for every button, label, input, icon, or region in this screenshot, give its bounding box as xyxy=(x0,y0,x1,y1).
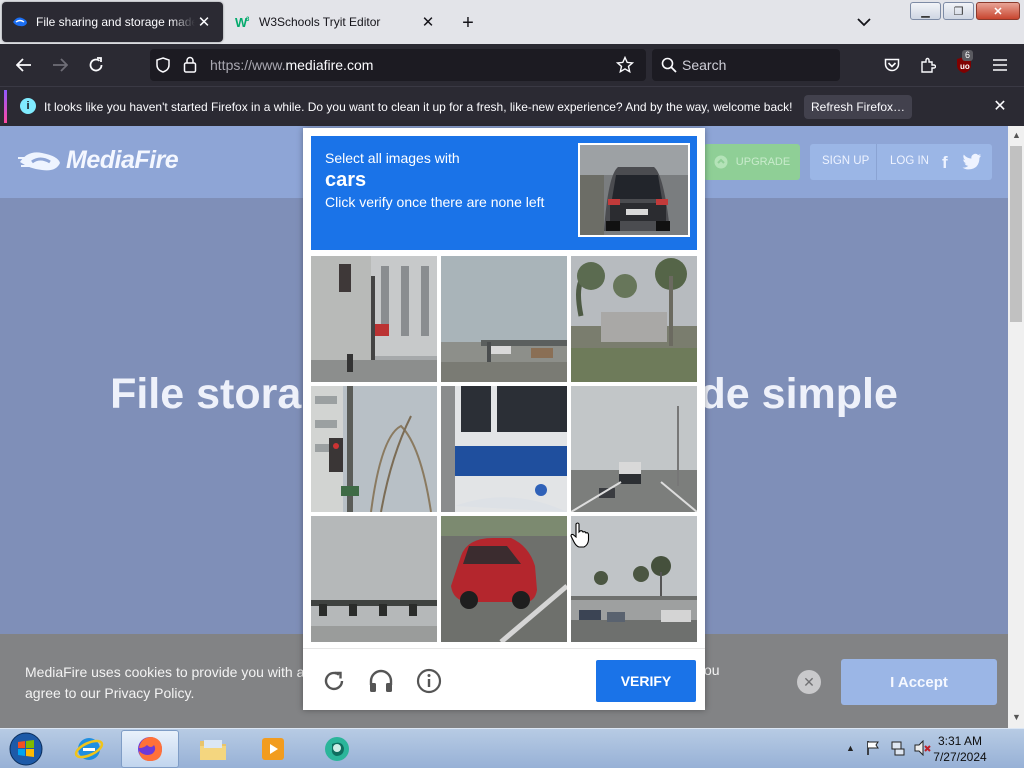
close-notification-icon[interactable]: ✕ xyxy=(992,97,1008,115)
audio-challenge-headphones-icon[interactable] xyxy=(367,667,395,695)
minimize-button[interactable]: ▁ xyxy=(910,2,941,20)
challenge-header: Select all images with cars Click verify… xyxy=(311,136,697,250)
forward-arrow-icon[interactable] xyxy=(48,53,72,77)
clock-time: 3:31 AM xyxy=(937,734,983,748)
challenge-tile-2[interactable] xyxy=(441,256,567,382)
search-placeholder: Search xyxy=(682,57,727,73)
mediafire-logo[interactable]: MediaFire xyxy=(18,146,179,175)
instruction-subtext: Click verify once there are none left xyxy=(325,194,545,210)
verify-button[interactable]: VERIFY xyxy=(596,660,696,702)
list-all-tabs-chevron-icon[interactable] xyxy=(852,12,876,32)
challenge-tile-7[interactable] xyxy=(311,516,437,642)
restore-button[interactable]: ❐ xyxy=(943,2,974,20)
instruction-line: Select all images with xyxy=(325,150,460,166)
hero-text-right: de simple xyxy=(699,370,898,418)
cookie-message-tail: ou xyxy=(704,662,720,678)
show-hidden-icons-chevron-icon[interactable]: ▲ xyxy=(846,743,855,753)
action-center-flag-icon[interactable] xyxy=(866,740,880,759)
search-box[interactable]: Search xyxy=(652,49,840,81)
challenge-tile-6[interactable] xyxy=(571,386,697,512)
file-explorer-taskbar-icon[interactable] xyxy=(184,730,242,768)
log-in-link[interactable]: LOG IN xyxy=(890,155,929,167)
tracking-protection-shield-icon[interactable] xyxy=(156,57,170,76)
tab-title: File sharing and storage made s xyxy=(36,15,195,29)
navigation-toolbar: https://www.mediafire.com Search uo 6 xyxy=(0,44,1024,86)
refresh-firefox-button[interactable]: Refresh Firefox… xyxy=(804,95,912,119)
clock-date: 7/27/2024 xyxy=(933,750,987,764)
hand-pointer-cursor-icon xyxy=(570,522,590,548)
challenge-tile-8[interactable] xyxy=(441,516,567,642)
extension-badge-count: 6 xyxy=(962,50,974,61)
upgrade-button[interactable]: UPGRADE xyxy=(704,144,800,180)
reload-challenge-icon[interactable] xyxy=(320,667,348,695)
w3schools-favicon-icon: W3 xyxy=(235,14,251,30)
svg-text:uo: uo xyxy=(960,62,970,71)
system-clock[interactable]: 3:31 AM 7/27/2024 xyxy=(900,733,1020,765)
url-text: https://www.mediafire.com xyxy=(210,57,374,73)
challenge-tile-1[interactable] xyxy=(311,256,437,382)
sample-car-image xyxy=(578,143,690,237)
hero-text-left: File storag xyxy=(110,370,328,418)
extensions-puzzle-icon[interactable] xyxy=(916,53,940,77)
pocket-icon[interactable] xyxy=(880,53,904,77)
ublock-extension-icon[interactable]: uo 6 xyxy=(952,50,976,77)
info-icon: i xyxy=(20,98,36,114)
help-info-icon[interactable] xyxy=(415,667,443,695)
close-tab-icon[interactable]: ✕ xyxy=(419,13,437,31)
new-tab-button[interactable]: + xyxy=(456,11,480,35)
close-window-button[interactable]: ✕ xyxy=(976,2,1020,20)
logo-text: MediaFire xyxy=(66,146,179,174)
twitter-icon[interactable] xyxy=(962,153,982,173)
svg-text:3: 3 xyxy=(246,17,250,23)
challenge-footer: VERIFY xyxy=(303,648,705,710)
challenge-tile-4[interactable] xyxy=(311,386,437,512)
tab-w3schools[interactable]: W3 W3Schools Tryit Editor ✕ xyxy=(225,2,447,42)
address-bar[interactable]: https://www.mediafire.com xyxy=(150,49,646,81)
back-arrow-icon[interactable] xyxy=(12,53,36,77)
window-controls: ▁ ❐ ✕ xyxy=(910,2,1020,20)
challenge-tile-3[interactable] xyxy=(571,256,697,382)
cookie-message: MediaFire uses cookies to provide you wi… xyxy=(25,664,317,701)
upgrade-icon xyxy=(714,155,728,169)
internet-explorer-taskbar-icon[interactable] xyxy=(60,730,118,768)
divider xyxy=(876,144,877,180)
vertical-scrollbar[interactable]: ▲ ▼ xyxy=(1008,126,1024,728)
scroll-up-icon[interactable]: ▲ xyxy=(1012,130,1021,140)
tab-title: W3Schools Tryit Editor xyxy=(259,15,381,29)
firefox-taskbar-icon[interactable] xyxy=(121,730,179,768)
notification-accent xyxy=(4,90,7,123)
start-button[interactable] xyxy=(4,730,48,768)
challenge-image-grid xyxy=(311,256,699,644)
messenger-taskbar-icon[interactable] xyxy=(308,730,366,768)
tab-mediafire[interactable]: File sharing and storage made s ✕ xyxy=(2,2,223,42)
mediafire-favicon-icon xyxy=(12,14,28,30)
recaptcha-challenge: Select all images with cars Click verify… xyxy=(303,128,705,710)
windows-orb-icon xyxy=(9,732,43,766)
close-tab-icon[interactable]: ✕ xyxy=(195,13,213,31)
accept-cookies-button[interactable]: I Accept xyxy=(841,659,997,705)
bookmark-star-icon[interactable] xyxy=(615,55,635,77)
windows-taskbar: ▲ 3:31 AM 7/27/2024 xyxy=(0,728,1024,768)
upgrade-label: UPGRADE xyxy=(735,156,791,168)
challenge-tile-5[interactable] xyxy=(441,386,567,512)
facebook-icon[interactable]: f xyxy=(942,153,948,173)
scroll-thumb[interactable] xyxy=(1010,146,1022,322)
tab-strip: File sharing and storage made s ✕ W3 W3S… xyxy=(0,0,1024,44)
mediafire-flame-icon xyxy=(18,151,60,170)
dismiss-cookie-icon[interactable]: ✕ xyxy=(797,670,821,694)
account-buttons: SIGN UP LOG IN f xyxy=(810,144,992,180)
challenge-target: cars xyxy=(325,169,367,191)
notification-message: It looks like you haven't started Firefo… xyxy=(44,100,793,114)
sign-up-link[interactable]: SIGN UP xyxy=(822,155,869,167)
lock-icon[interactable] xyxy=(183,56,197,76)
search-icon xyxy=(661,57,677,76)
reload-icon[interactable] xyxy=(84,53,108,77)
scroll-down-icon[interactable]: ▼ xyxy=(1012,712,1021,722)
media-player-taskbar-icon[interactable] xyxy=(244,730,302,768)
firefox-refresh-notification: i It looks like you haven't started Fire… xyxy=(0,86,1024,126)
hamburger-menu-icon[interactable] xyxy=(988,53,1012,77)
